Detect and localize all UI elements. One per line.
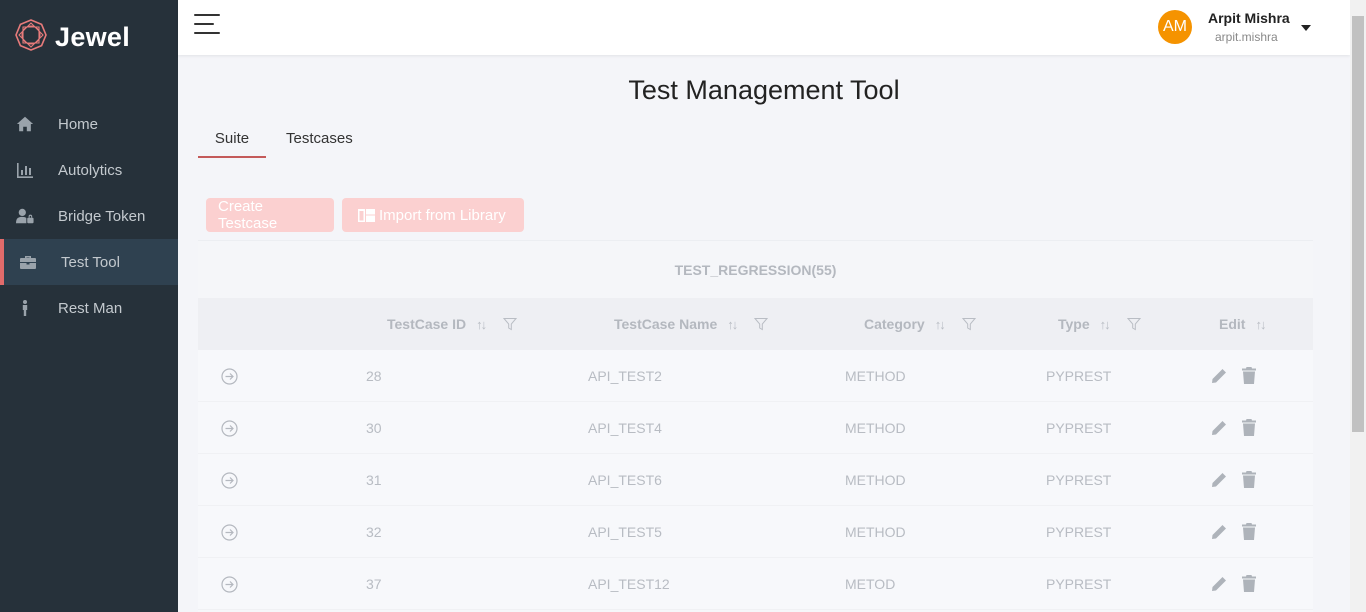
sort-icon[interactable]: ↑↓	[476, 317, 487, 332]
cell-type: PYPREST	[1046, 472, 1112, 488]
sidebar-item-home[interactable]: Home	[0, 101, 178, 147]
cell-category: METHOD	[845, 420, 906, 436]
user-handle: arpit.mishra	[1215, 30, 1278, 44]
logo[interactable]: Jewel	[14, 18, 130, 56]
library-icon	[358, 208, 375, 222]
column-label: TestCase Name	[614, 316, 718, 332]
cell-type: PYPREST	[1046, 420, 1112, 436]
table-row[interactable]: 31 API_TEST6 METHOD PYPREST	[198, 454, 1313, 506]
filter-icon[interactable]	[503, 317, 518, 331]
edit-pencil-icon[interactable]	[1211, 420, 1227, 436]
edit-pencil-icon[interactable]	[1211, 472, 1227, 488]
sort-icon[interactable]: ↑↓	[935, 317, 946, 332]
filter-icon[interactable]	[754, 317, 769, 331]
cell-testcase-name: API_TEST4	[588, 420, 662, 436]
expand-row-icon[interactable]	[221, 368, 238, 385]
create-testcase-label: Create Testcase	[218, 198, 278, 232]
sidebar-item-label: Rest Man	[58, 299, 123, 317]
column-header-testcase-name[interactable]: TestCase Name ↑↓	[614, 298, 769, 350]
sidebar-item-test-tool[interactable]: Test Tool	[0, 239, 178, 285]
table-row[interactable]: 28 API_TEST2 METHOD PYPREST	[198, 350, 1313, 402]
sort-icon[interactable]: ↑↓	[727, 317, 738, 332]
expand-row-icon[interactable]	[221, 524, 238, 541]
home-icon	[15, 115, 35, 133]
cell-testcase-id: 37	[366, 576, 382, 592]
avatar[interactable]: AM	[1158, 10, 1192, 44]
delete-trash-icon[interactable]	[1242, 523, 1256, 540]
cell-category: METOD	[845, 576, 896, 592]
cell-category: METHOD	[845, 472, 906, 488]
cell-testcase-id: 28	[366, 368, 382, 384]
column-label: TestCase ID	[387, 316, 467, 332]
tab-testcases[interactable]: Testcases	[266, 118, 369, 158]
menu-toggle-icon[interactable]	[194, 14, 222, 36]
sidebar-item-label: Test Tool	[61, 253, 120, 271]
table-row[interactable]: 32 API_TEST5 METHOD PYPREST	[198, 506, 1313, 558]
user-lock-icon	[15, 207, 35, 225]
column-header-testcase-id[interactable]: TestCase ID ↑↓	[387, 298, 518, 350]
cell-testcase-name: API_TEST12	[588, 576, 670, 592]
suite-title: TEST_REGRESSION(55)	[198, 240, 1313, 298]
cell-testcase-id: 31	[366, 472, 382, 488]
filter-icon[interactable]	[1126, 317, 1141, 331]
cell-type: PYPREST	[1046, 368, 1112, 384]
table-header: TestCase ID ↑↓ TestCase Name ↑↓ Category…	[198, 298, 1313, 350]
expand-row-icon[interactable]	[221, 472, 238, 489]
delete-trash-icon[interactable]	[1242, 575, 1256, 592]
scrollbar-thumb[interactable]	[1352, 16, 1364, 432]
cell-testcase-name: API_TEST6	[588, 472, 662, 488]
delete-trash-icon[interactable]	[1242, 419, 1256, 436]
caret-down-icon[interactable]	[1301, 25, 1311, 31]
sidebar-item-label: Autolytics	[58, 161, 123, 179]
column-label: Type	[1058, 316, 1090, 332]
tab-suite[interactable]: Suite	[198, 118, 266, 158]
cell-testcase-name: API_TEST2	[588, 368, 662, 384]
column-header-edit[interactable]: Edit ↑↓	[1219, 298, 1266, 350]
sort-icon[interactable]: ↑↓	[1100, 317, 1111, 332]
edit-pencil-icon[interactable]	[1211, 524, 1227, 540]
sidebar-item-bridge-token[interactable]: Bridge Token	[0, 193, 178, 239]
column-header-type[interactable]: Type ↑↓	[1058, 298, 1141, 350]
page-scrollbar[interactable]	[1350, 0, 1366, 612]
expand-row-icon[interactable]	[221, 420, 238, 437]
table-row[interactable]: 30 API_TEST4 METHOD PYPREST	[198, 402, 1313, 454]
sidebar-item-autolytics[interactable]: Autolytics	[0, 147, 178, 193]
sidebar: Jewel Home Autolytics Bridge Token Test …	[0, 0, 178, 612]
cell-testcase-name: API_TEST5	[588, 524, 662, 540]
cell-type: PYPREST	[1046, 576, 1112, 592]
edit-pencil-icon[interactable]	[1211, 368, 1227, 384]
app-name: Jewel	[55, 21, 131, 52]
toolbox-icon	[18, 253, 38, 271]
tab-bar: Suite Testcases	[198, 118, 369, 158]
cell-testcase-id: 32	[366, 524, 382, 540]
sidebar-nav: Home Autolytics Bridge Token Test Tool R…	[0, 101, 178, 331]
column-header-category[interactable]: Category ↑↓	[864, 298, 976, 350]
bar-chart-icon	[15, 161, 35, 179]
sidebar-item-label: Home	[58, 115, 99, 133]
delete-trash-icon[interactable]	[1242, 367, 1256, 384]
jewel-logo-icon	[14, 18, 48, 57]
cell-category: METHOD	[845, 524, 906, 540]
column-label: Category	[864, 316, 925, 332]
sidebar-item-label: Bridge Token	[58, 207, 146, 225]
sort-icon[interactable]: ↑↓	[1255, 317, 1266, 332]
table-row[interactable]: 37 API_TEST12 METOD PYPREST	[198, 558, 1313, 610]
import-from-library-button[interactable]: Import from Library	[342, 198, 524, 232]
sidebar-item-rest-man[interactable]: Rest Man	[0, 285, 178, 331]
edit-pencil-icon[interactable]	[1211, 576, 1227, 592]
delete-trash-icon[interactable]	[1242, 471, 1256, 488]
filter-icon[interactable]	[961, 317, 976, 331]
cell-testcase-id: 30	[366, 420, 382, 436]
import-from-library-label: Import from Library	[379, 206, 506, 224]
top-header: AM Arpit Mishra arpit.mishra	[178, 0, 1350, 55]
user-name: Arpit Mishra	[1208, 10, 1290, 26]
expand-row-icon[interactable]	[221, 576, 238, 593]
page-title: Test Management Tool	[628, 75, 900, 105]
column-label: Edit	[1219, 316, 1246, 332]
cell-type: PYPREST	[1046, 524, 1112, 540]
cell-category: METHOD	[845, 368, 906, 384]
person-icon	[15, 299, 35, 317]
create-testcase-button[interactable]: Create Testcase	[206, 198, 334, 232]
